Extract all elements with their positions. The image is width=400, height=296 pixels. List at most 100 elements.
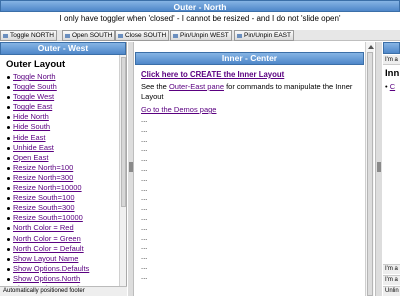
west-list-item: Resize North=10000 (6, 183, 119, 193)
west-list-item: Toggle South (6, 82, 119, 92)
west-list-item: Resize North=100 (6, 163, 119, 173)
center-pane: Inner - Center Click here to CREATE the … (135, 42, 375, 296)
scroll-up-icon[interactable] (368, 45, 374, 49)
filler-line: ... (141, 271, 148, 281)
west-list-item: Unhide East (6, 143, 119, 153)
west-list-item: Toggle West (6, 92, 119, 102)
east-resizer[interactable] (375, 42, 382, 296)
filler-line: ... (141, 134, 148, 144)
west-command-link[interactable]: Resize North=100 (13, 163, 73, 172)
filler-line: ... (141, 154, 148, 164)
west-command-link[interactable]: Toggle South (13, 82, 57, 91)
toolbar: Toggle NORTH Open SOUTH Close SOUTH Pin/… (0, 30, 400, 41)
west-list-item: North Color = Default (6, 244, 119, 254)
west-command-link[interactable]: Show Options.North (13, 274, 80, 283)
west-scrollbar[interactable] (119, 55, 126, 286)
west-list-item: Hide South (6, 122, 119, 132)
pin-unpin-west-button[interactable]: Pin/Unpin WEST (170, 30, 232, 41)
east-toggler[interactable] (377, 162, 381, 172)
demos-page-link[interactable]: Go to the Demos page (141, 104, 361, 115)
west-command-list: Toggle North Toggle South Toggle West Toggl… (6, 72, 119, 286)
filler-line: ... (141, 242, 148, 252)
create-inner-layout-link[interactable]: Click here to CREATE the Inner Layout (141, 69, 361, 80)
close-icon (118, 34, 123, 38)
center-pane-title: Inner - Center (135, 52, 364, 65)
filler-line: ... (141, 252, 148, 262)
west-toggler[interactable] (129, 162, 133, 172)
west-command-link[interactable]: Resize South=300 (13, 203, 75, 212)
east-row-label: Unlin (383, 286, 400, 296)
west-list-item: Resize South=300 (6, 203, 119, 213)
filler-lines: ........................................… (141, 115, 361, 282)
center-pane-content: Click here to CREATE the Inner Layout Se… (141, 69, 361, 296)
west-command-link[interactable]: Show Options.Defaults (13, 264, 89, 273)
center-scrollbar-thumb[interactable] (367, 52, 373, 296)
west-list-item: Toggle East (6, 102, 119, 112)
outer-layout-heading: Outer Layout (6, 59, 66, 70)
west-command-link[interactable]: Toggle East (13, 102, 52, 111)
see-east-pane-text: See the Outer-East pane for commands to … (141, 82, 353, 101)
toggle-icon (3, 34, 8, 38)
filler-line: ... (141, 173, 148, 183)
west-command-link[interactable]: Resize South=10000 (13, 213, 83, 222)
west-command-link[interactable]: Resize North=300 (13, 173, 73, 182)
west-resizer[interactable] (128, 42, 134, 296)
filler-line: ... (141, 222, 148, 232)
west-command-link[interactable]: Resize North=10000 (13, 183, 82, 192)
east-command-link[interactable]: C (390, 82, 395, 91)
west-list-item: Hide East (6, 133, 119, 143)
west-command-link[interactable]: Toggle North (13, 72, 56, 81)
close-south-button[interactable]: Close SOUTH (115, 30, 170, 41)
filler-line: ... (141, 261, 148, 271)
west-pane: Outer - West Outer Layout Toggle North To… (0, 42, 127, 296)
west-list-item: Toggle North (6, 72, 119, 82)
west-list-item: Resize South=100 (6, 193, 119, 203)
west-list-item: Show Options.North (6, 274, 119, 284)
pin-icon (173, 34, 178, 38)
west-command-link[interactable]: North Color = Red (13, 223, 74, 232)
west-command-link[interactable]: Hide South (13, 122, 50, 131)
inner-layout-heading: Inn (385, 68, 400, 79)
west-list-item: Open East (6, 153, 119, 163)
filler-line: ... (141, 163, 148, 173)
east-inner-north-label: I'm a (383, 55, 400, 65)
west-command-link[interactable]: North Color = Default (13, 244, 84, 253)
filler-line: ... (141, 203, 148, 213)
filler-line: ... (141, 115, 148, 124)
east-row-label: I'm a (383, 264, 400, 274)
filler-line: ... (141, 193, 148, 203)
filler-line: ... (141, 212, 148, 222)
west-command-link[interactable]: Show Layout Name (13, 254, 78, 263)
toggle-north-button[interactable]: Toggle NORTH (0, 30, 57, 41)
west-command-link[interactable]: Resize South=100 (13, 193, 75, 202)
west-command-link[interactable]: Unhide East (13, 143, 54, 152)
north-pane: Outer - North I only have toggler when '… (0, 0, 400, 29)
west-list-item: Show Layout Name (6, 254, 119, 264)
west-list-item: Show Options.Defaults (6, 264, 119, 274)
pin-unpin-east-button[interactable]: Pin/Unpin EAST (234, 30, 294, 41)
center-scrollbar[interactable] (365, 42, 374, 296)
east-pane-title (383, 42, 400, 54)
west-scrollbar-thumb[interactable] (121, 57, 126, 207)
west-command-link[interactable]: Open East (13, 153, 48, 162)
west-list-item: Resize South=10000 (6, 213, 119, 223)
filler-line: ... (141, 124, 148, 134)
north-pane-title: Outer - North (0, 0, 400, 12)
west-command-link[interactable]: Toggle West (13, 92, 54, 101)
filler-line: ... (141, 232, 148, 242)
filler-line: ... (141, 144, 148, 154)
west-list-item: North Color = Red (6, 223, 119, 233)
east-list-item: • C (385, 82, 396, 91)
east-pane: I'm a Inn • C I'm a I'm a Unlin (383, 42, 400, 296)
open-icon (65, 34, 70, 38)
west-pane-title: Outer - West (0, 42, 126, 55)
north-pane-message: I only have toggler when 'closed' - I ca… (59, 14, 341, 23)
pin-icon (237, 34, 242, 38)
open-south-button[interactable]: Open SOUTH (62, 30, 116, 41)
west-command-link[interactable]: North Color = Green (13, 234, 81, 243)
west-list-item: North Color = Green (6, 234, 119, 244)
west-list-item: Hide North (6, 112, 119, 122)
outer-east-pane-link[interactable]: Outer-East pane (169, 82, 224, 91)
west-command-link[interactable]: Hide East (13, 133, 46, 142)
west-command-link[interactable]: Hide North (13, 112, 49, 121)
